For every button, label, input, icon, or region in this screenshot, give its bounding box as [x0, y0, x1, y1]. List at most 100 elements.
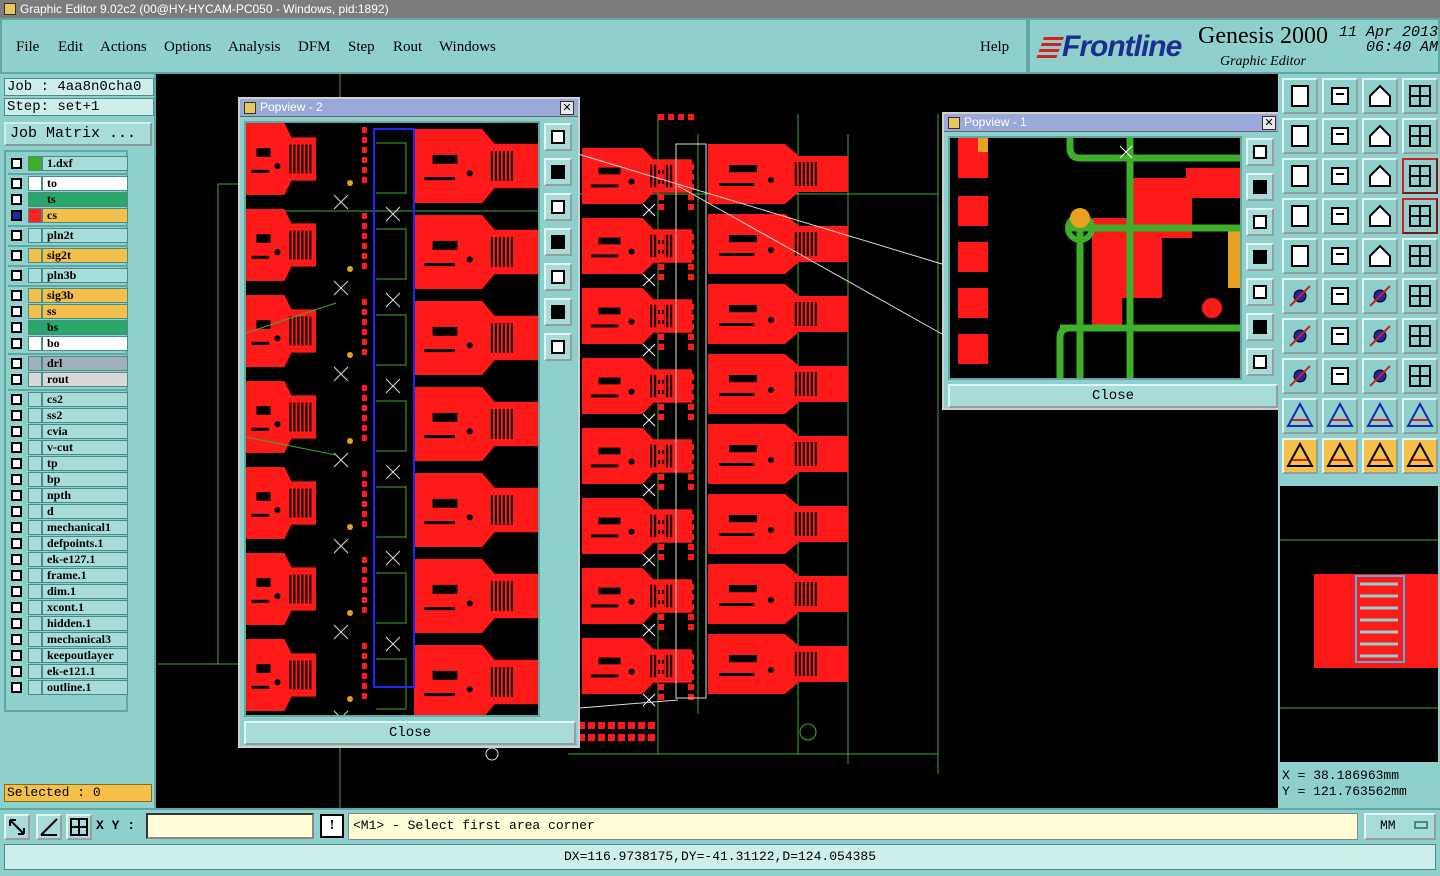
- layer-name[interactable]: cs2: [42, 392, 128, 407]
- layer-name[interactable]: tp: [42, 456, 128, 471]
- query-icon[interactable]: [1362, 158, 1398, 194]
- menu-options[interactable]: Options: [164, 39, 212, 56]
- layer-name[interactable]: d: [42, 504, 128, 519]
- layer-name[interactable]: frame.1: [42, 568, 128, 583]
- layer-checkbox[interactable]: [11, 322, 22, 333]
- exclamation-icon[interactable]: !: [320, 814, 344, 838]
- layer-checkbox[interactable]: [11, 618, 22, 629]
- layer-color-swatch[interactable]: [28, 440, 42, 455]
- popview-2-view-tool-icon[interactable]: [544, 228, 572, 256]
- layer-row[interactable]: ts: [8, 192, 128, 207]
- layer-name[interactable]: to: [42, 176, 128, 191]
- layer-checkbox[interactable]: [11, 474, 22, 485]
- layer-row[interactable]: v-cut: [8, 440, 128, 455]
- layer-name[interactable]: outline.1: [42, 680, 128, 695]
- layer-color-swatch[interactable]: [28, 408, 42, 423]
- layer-row[interactable]: sig3b: [8, 288, 128, 303]
- move-icon[interactable]: [1362, 278, 1398, 314]
- layer-row[interactable]: to: [8, 176, 128, 191]
- layer-checkbox[interactable]: [11, 458, 22, 469]
- layer-color-swatch[interactable]: [28, 288, 42, 303]
- triangle-icon[interactable]: [1282, 398, 1318, 434]
- layer-color-swatch[interactable]: [28, 208, 42, 223]
- menu-help[interactable]: Help: [980, 39, 1009, 56]
- rotate-icon[interactable]: [1362, 318, 1398, 354]
- layer-checkbox[interactable]: [11, 230, 22, 241]
- triangle-alt-icon[interactable]: [1322, 398, 1358, 434]
- delete-icon[interactable]: [1322, 278, 1358, 314]
- menu-actions[interactable]: Actions: [100, 39, 147, 56]
- layer-row[interactable]: defpoints.1: [8, 536, 128, 551]
- layer-name[interactable]: defpoints.1: [42, 536, 128, 551]
- measure-icon[interactable]: [36, 814, 62, 840]
- snap-icon[interactable]: [4, 814, 30, 840]
- popview-2-view-tool-icon[interactable]: [544, 333, 572, 361]
- layer-name[interactable]: cvia: [42, 424, 128, 439]
- layer-checkbox[interactable]: [11, 338, 22, 349]
- layer-active-icon[interactable]: [1402, 198, 1438, 234]
- layer-color-swatch[interactable]: [28, 488, 42, 503]
- layer-row[interactable]: ek-e127.1: [8, 552, 128, 567]
- layer-row[interactable]: npth: [8, 488, 128, 503]
- mirror-icon[interactable]: [1402, 318, 1438, 354]
- layer-name[interactable]: pln3b: [42, 268, 128, 283]
- layer-color-swatch[interactable]: [28, 632, 42, 647]
- layer-color-swatch[interactable]: [28, 336, 42, 351]
- arch-icon[interactable]: [1362, 398, 1398, 434]
- layer-row[interactable]: outline.1: [8, 680, 128, 695]
- layer-color-swatch[interactable]: [28, 228, 42, 243]
- layer-color-swatch[interactable]: [28, 392, 42, 407]
- layer-color-swatch[interactable]: [28, 680, 42, 695]
- layer-name[interactable]: hidden.1: [42, 616, 128, 631]
- menu-edit[interactable]: Edit: [58, 39, 83, 56]
- layer-name[interactable]: mechanical3: [42, 632, 128, 647]
- fit-icon[interactable]: [1282, 158, 1318, 194]
- redraw-icon[interactable]: [1402, 118, 1438, 154]
- popview-1-title-bar[interactable]: Popview - 1: [944, 114, 1280, 132]
- layer-row[interactable]: cvia: [8, 424, 128, 439]
- layer-checkbox[interactable]: [11, 270, 22, 281]
- layer-name[interactable]: ek-e121.1: [42, 664, 128, 679]
- layer-checkbox[interactable]: [11, 178, 22, 189]
- line-icon[interactable]: [1282, 318, 1318, 354]
- layer-icon[interactable]: [1362, 198, 1398, 234]
- popview-2-close-button[interactable]: Close: [244, 721, 576, 745]
- layer-checkbox[interactable]: [11, 602, 22, 613]
- units-select[interactable]: MM: [1364, 813, 1436, 840]
- popview-1-view-tool-icon[interactable]: [1246, 208, 1274, 236]
- job-matrix-button[interactable]: Job Matrix ...: [4, 122, 152, 146]
- overview-panel[interactable]: [1278, 484, 1440, 764]
- layer-row[interactable]: rout: [8, 372, 128, 387]
- layer-name[interactable]: 1.dxf: [42, 156, 128, 171]
- layer-color-swatch[interactable]: [28, 424, 42, 439]
- menu-dfm[interactable]: DFM: [298, 39, 331, 56]
- home-icon[interactable]: [1362, 78, 1398, 114]
- layer-name[interactable]: ek-e127.1: [42, 552, 128, 567]
- layer-row[interactable]: dim.1: [8, 584, 128, 599]
- zoom-in-icon[interactable]: [1282, 118, 1318, 154]
- save-icon[interactable]: [1322, 78, 1358, 114]
- popview-2-view-tool-icon[interactable]: [544, 298, 572, 326]
- layer-checkbox[interactable]: [11, 158, 22, 169]
- layer-color-swatch[interactable]: [28, 536, 42, 551]
- layer-name[interactable]: rout: [42, 372, 128, 387]
- layer-row[interactable]: pln3b: [8, 268, 128, 283]
- layer-color-swatch[interactable]: [28, 552, 42, 567]
- arch-alt-icon[interactable]: [1402, 398, 1438, 434]
- layer-name[interactable]: drl: [42, 356, 128, 371]
- popview-1-view-tool-icon[interactable]: [1246, 313, 1274, 341]
- popview-2-view[interactable]: [244, 121, 540, 717]
- popview-2-view-tool-icon[interactable]: [544, 263, 572, 291]
- layer-color-swatch[interactable]: [28, 320, 42, 335]
- trace-icon[interactable]: [1322, 358, 1358, 394]
- layer-color-swatch[interactable]: [28, 568, 42, 583]
- open-step-icon[interactable]: [1282, 78, 1318, 114]
- layer-row[interactable]: frame.1: [8, 568, 128, 583]
- dimension-icon[interactable]: [1362, 358, 1398, 394]
- measure-icon[interactable]: [1282, 198, 1318, 234]
- layer-row[interactable]: mechanical3: [8, 632, 128, 647]
- layer-name[interactable]: xcont.1: [42, 600, 128, 615]
- layer-row[interactable]: 1.dxf: [8, 156, 128, 171]
- grid-icon[interactable]: [66, 814, 92, 840]
- pointer-icon[interactable]: [1282, 438, 1318, 474]
